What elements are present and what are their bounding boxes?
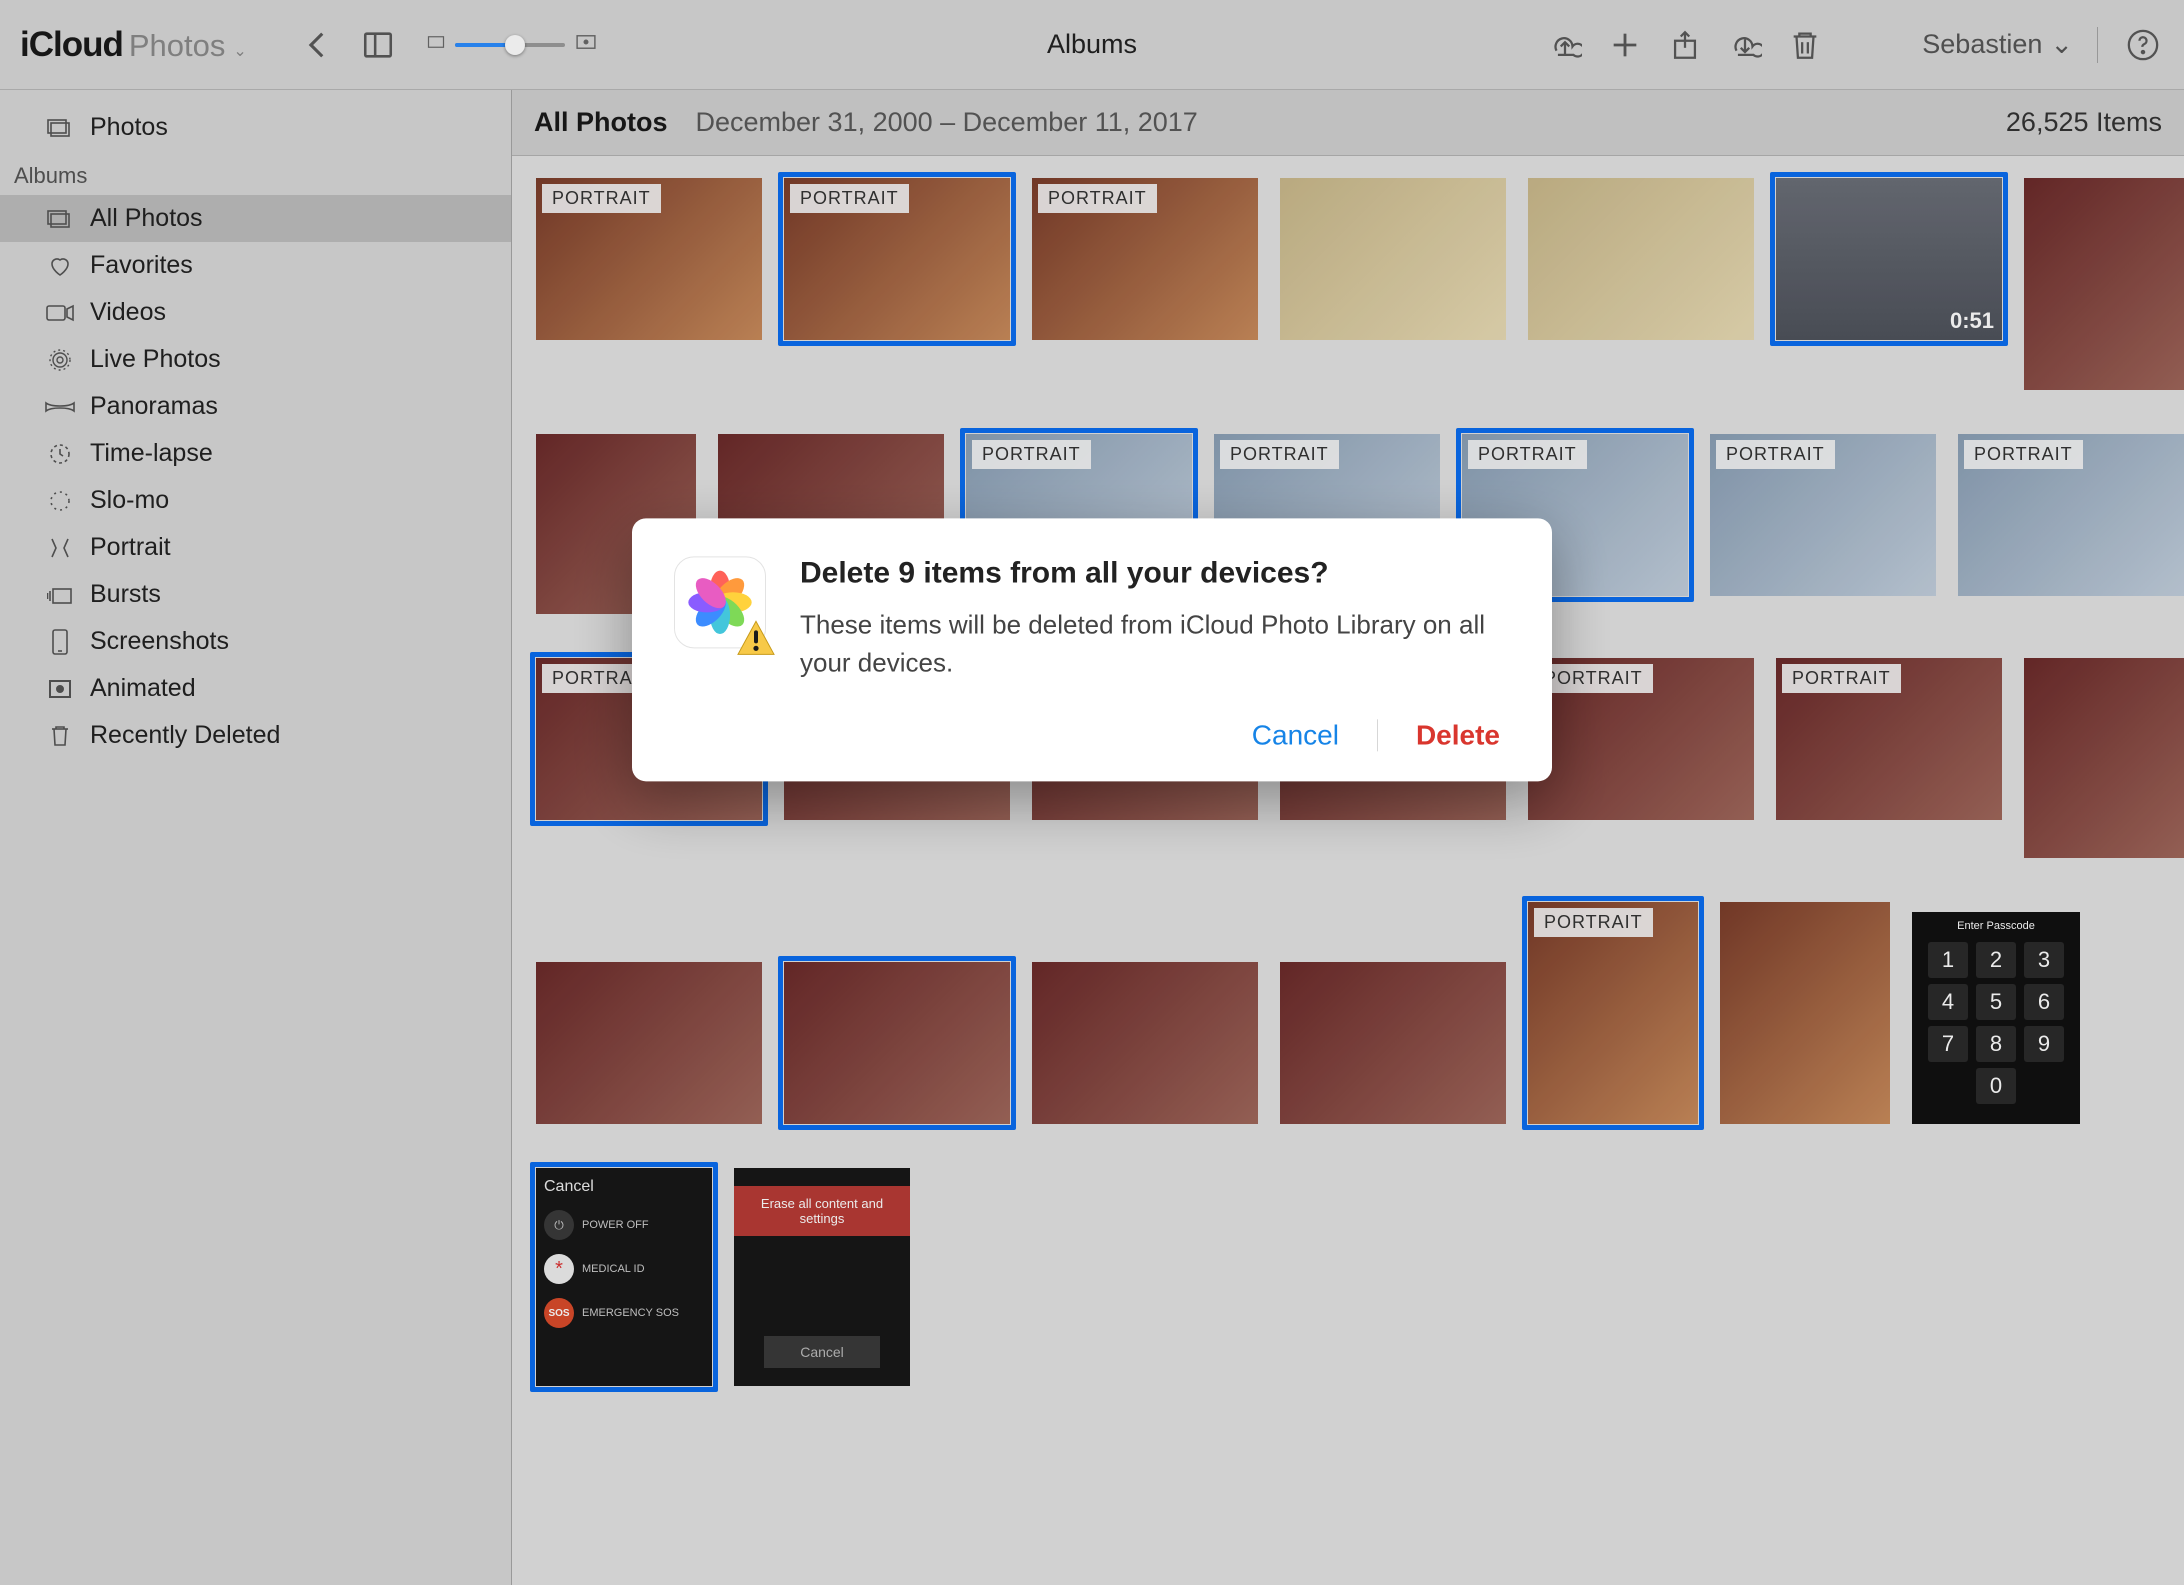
warning-icon: [736, 618, 776, 658]
separator: [1377, 720, 1378, 752]
dialog-body: These items will be deleted from iCloud …: [800, 606, 1506, 681]
dialog-icon: [674, 556, 770, 652]
delete-button[interactable]: Delete: [1410, 716, 1506, 756]
dialog-title: Delete 9 items from all your devices?: [800, 556, 1506, 590]
cancel-button[interactable]: Cancel: [1246, 716, 1345, 756]
delete-confirm-dialog: Delete 9 items from all your devices? Th…: [632, 518, 1552, 781]
modal-overlay: Delete 9 items from all your devices? Th…: [0, 0, 2184, 1585]
